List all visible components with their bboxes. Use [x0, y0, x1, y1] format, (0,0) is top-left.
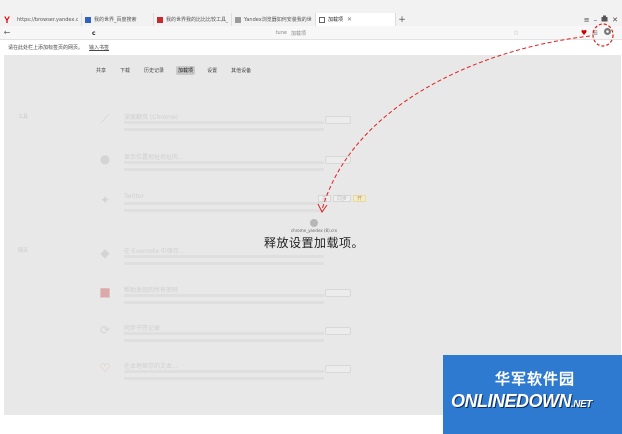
drop-zone[interactable]: chrome_yandex (8).crx 释放设置加载项。 — [254, 219, 374, 251]
nav-item-history[interactable]: 历史记录 — [142, 66, 166, 75]
close-window-icon[interactable]: ✕ — [612, 16, 618, 24]
extension-description — [124, 161, 324, 171]
tab-baidu-search[interactable]: 我的世界_百度搜索 — [82, 13, 154, 26]
tab-label: 我的世界我的比比比较工具_历史价格 — [166, 17, 228, 23]
window-controls: ≡ – ✕ — [584, 13, 622, 26]
tab-addons[interactable]: 加载项 ✕ — [316, 13, 396, 26]
omnibox-site: tune — [275, 30, 287, 36]
tab-price-compare[interactable]: 我的世界我的比比比较工具_历史价格 — [154, 13, 232, 26]
watermark-logo: 华军软件园 ONLINEDOWN.NET — [443, 355, 622, 434]
tab-label: 我的世界_百度搜索 — [94, 17, 137, 23]
yandex-logo-icon[interactable]: Y — [0, 13, 14, 26]
nav-item-downloads[interactable]: 下载 — [118, 66, 132, 75]
toolbar-right: ♥ ⊞ — [581, 27, 612, 38]
tab-label: https://browser.yandex.com — [17, 16, 78, 23]
location-pin-icon: ● — [99, 152, 111, 166]
evernote-icon: ◆ — [100, 246, 110, 260]
drop-zone-text: 释放设置加载项。 — [263, 236, 364, 250]
watermark-brand: ONLINEDOWN — [451, 391, 572, 411]
tab-yandex[interactable]: https://browser.yandex.com — [14, 13, 82, 26]
extension-toggle[interactable] — [325, 289, 351, 297]
sync-icon: ⟳ — [99, 323, 111, 337]
watermark-chinese: 华军软件园 — [495, 370, 576, 388]
extension-description — [124, 370, 324, 380]
connection-icon: c — [92, 29, 96, 37]
tab-strip: Y https://browser.yandex.com 我的世界_百度搜索 我… — [0, 0, 622, 26]
bookmark-icon[interactable]: ⊞ — [592, 29, 598, 37]
extension-item: ● 显示位置地址地址的... — [98, 152, 528, 182]
mode-sync-button[interactable]: 同步 — [333, 195, 352, 202]
nav-item-share[interactable]: 共享 — [94, 66, 108, 75]
extension-toggle[interactable] — [325, 116, 351, 124]
extension-item: ⟳ 同步书签记录 — [98, 323, 528, 353]
extension-description — [124, 332, 324, 342]
new-tab-button[interactable]: + — [396, 13, 408, 26]
tab-yandex-install[interactable]: Yandex浏览器如何安装我的世界... — [232, 13, 316, 26]
bookmarks-hint: 请在此处栏上添加标签页的网页。 — [8, 44, 84, 51]
addons-button-icon[interactable] — [603, 27, 612, 38]
extension-item: ■ 帮助发现的所有密码 — [98, 285, 528, 315]
extension-title: 显示位置地址地址的... — [124, 154, 184, 161]
site-favicon-icon — [157, 16, 163, 23]
omnibox[interactable]: c tune 加载项 — [92, 28, 522, 38]
twitter-bird-icon: ✦ — [99, 193, 111, 207]
section-label-web: 网页 — [18, 248, 29, 254]
extension-title: 同步书签记录 — [124, 325, 161, 332]
dragged-file-name: chrome_yandex (8).crx — [290, 228, 338, 233]
extension-item: ⟋ 深度翻页 (Chrome) — [98, 112, 528, 142]
mode-off-button[interactable]: 关 — [318, 195, 332, 202]
settings-nav: 共享 下载 历史记录 加载项 设置 其他设备 — [94, 66, 253, 75]
back-arrow-icon[interactable]: ← — [0, 28, 14, 37]
password-manager-icon: ■ — [99, 285, 111, 299]
watermark-english: ONLINEDOWN.NET — [451, 391, 592, 412]
extension-title: 帮助发现的所有密码 — [124, 287, 179, 294]
extension-title: Twitter — [124, 193, 145, 200]
extension-description — [124, 202, 324, 212]
mode-on-button[interactable]: 开 — [353, 195, 367, 202]
tab-label: Yandex浏览器如何安装我的世界... — [244, 17, 312, 23]
heart-icon[interactable]: ♥ — [581, 29, 587, 37]
tab-close-icon[interactable]: ✕ — [347, 16, 352, 23]
minimize-icon[interactable]: – — [594, 16, 598, 24]
extension-toggle[interactable] — [325, 156, 351, 164]
addons-favicon-icon — [319, 16, 325, 23]
extension-title: 在 Evernote 中保存... — [124, 248, 185, 255]
nav-item-settings[interactable]: 设置 — [205, 66, 219, 75]
bookmarks-bar: 请在此处栏上添加标签页的网页。 输入书签 — [0, 41, 622, 53]
nav-item-other-devices[interactable]: 其他设备 — [229, 66, 253, 75]
star-icon[interactable]: ☆ — [513, 29, 519, 37]
pen-icon: ⟋ — [100, 111, 110, 126]
extension-description — [124, 294, 324, 304]
crx-file-icon — [310, 219, 318, 227]
extension-mode-buttons: 关 同步 开 — [318, 195, 367, 202]
extension-title: 深度翻页 (Chrome) — [124, 114, 179, 121]
baidu-favicon-icon — [85, 16, 91, 23]
tab-label: 加载项 — [328, 17, 344, 23]
pocket-icon: ♡ — [99, 361, 111, 375]
extension-description — [124, 255, 324, 265]
extension-toggle[interactable] — [325, 327, 351, 335]
menu-icon[interactable]: ≡ — [584, 16, 590, 24]
extension-title: 在本地保存的文本... — [124, 363, 178, 370]
address-bar-row: ← c tune 加载项 ♥ ⊞ — [0, 26, 622, 40]
downloads-icon[interactable] — [601, 15, 608, 24]
section-label-tools: 工具 — [18, 114, 29, 120]
import-bookmarks-link[interactable]: 输入书签 — [89, 44, 109, 51]
extension-description — [124, 121, 324, 131]
watermark-tld: .NET — [571, 399, 592, 410]
omnibox-page: 加载项 — [290, 30, 306, 37]
nav-item-addons[interactable]: 加载项 — [176, 66, 196, 75]
extension-toggle[interactable] — [325, 365, 351, 373]
page-favicon-icon — [235, 16, 241, 23]
